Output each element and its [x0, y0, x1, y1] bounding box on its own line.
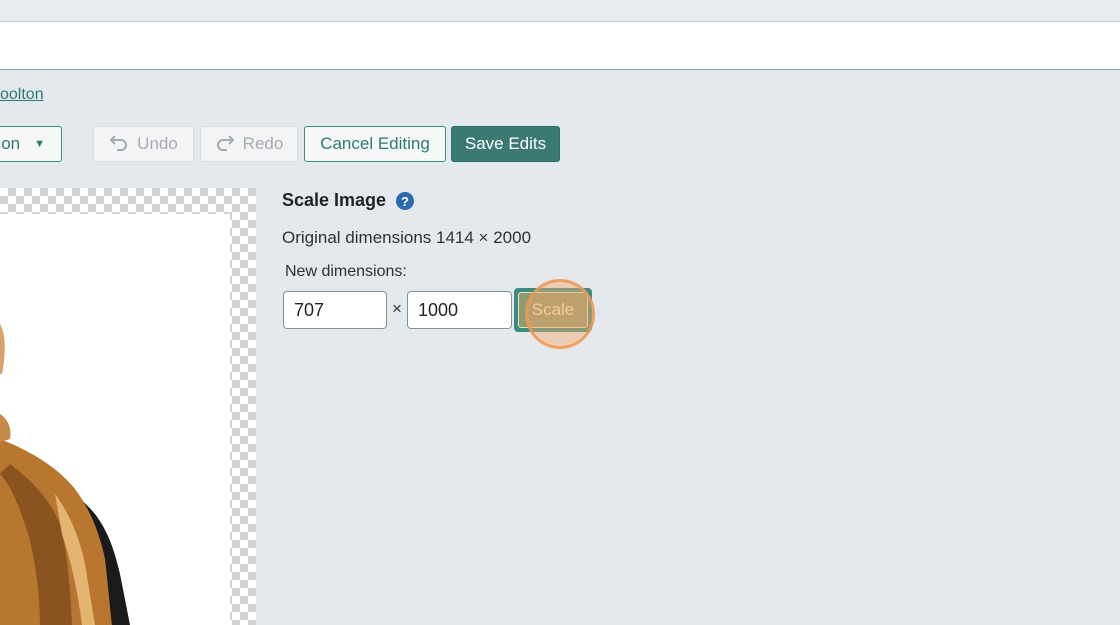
scale-height-input[interactable] — [407, 291, 512, 329]
image-preview — [0, 214, 230, 625]
undo-icon — [109, 133, 129, 156]
redo-button[interactable]: Redo — [200, 126, 298, 162]
undo-button[interactable]: Undo — [93, 126, 194, 162]
scale-image-title: Scale Image — [282, 190, 387, 210]
redo-icon — [215, 133, 235, 156]
image-action-select[interactable]: ion ▼ — [0, 126, 62, 162]
image-action-select-label: ion — [0, 134, 21, 153]
scale-button[interactable]: Scale — [514, 288, 592, 332]
times-sign: × — [392, 299, 402, 318]
image-canvas[interactable] — [0, 188, 256, 625]
author-link[interactable]: oolton — [0, 86, 44, 104]
help-icon[interactable]: ? — [396, 192, 414, 210]
scale-button-label: Scale — [518, 292, 588, 328]
redo-label: Redo — [242, 134, 284, 153]
top-strip — [0, 0, 1120, 22]
title-bar — [0, 22, 1120, 70]
save-edits-button[interactable]: Save Edits — [451, 126, 560, 162]
original-dimensions: Original dimensions 1414 × 2000 — [282, 228, 532, 247]
undo-label: Undo — [137, 134, 178, 153]
new-dimensions-label: New dimensions: — [285, 263, 407, 280]
cancel-editing-button[interactable]: Cancel Editing — [304, 126, 446, 162]
caret-down-icon: ▼ — [34, 138, 45, 150]
portrait-image — [0, 324, 130, 625]
scale-width-input[interactable] — [283, 291, 387, 329]
